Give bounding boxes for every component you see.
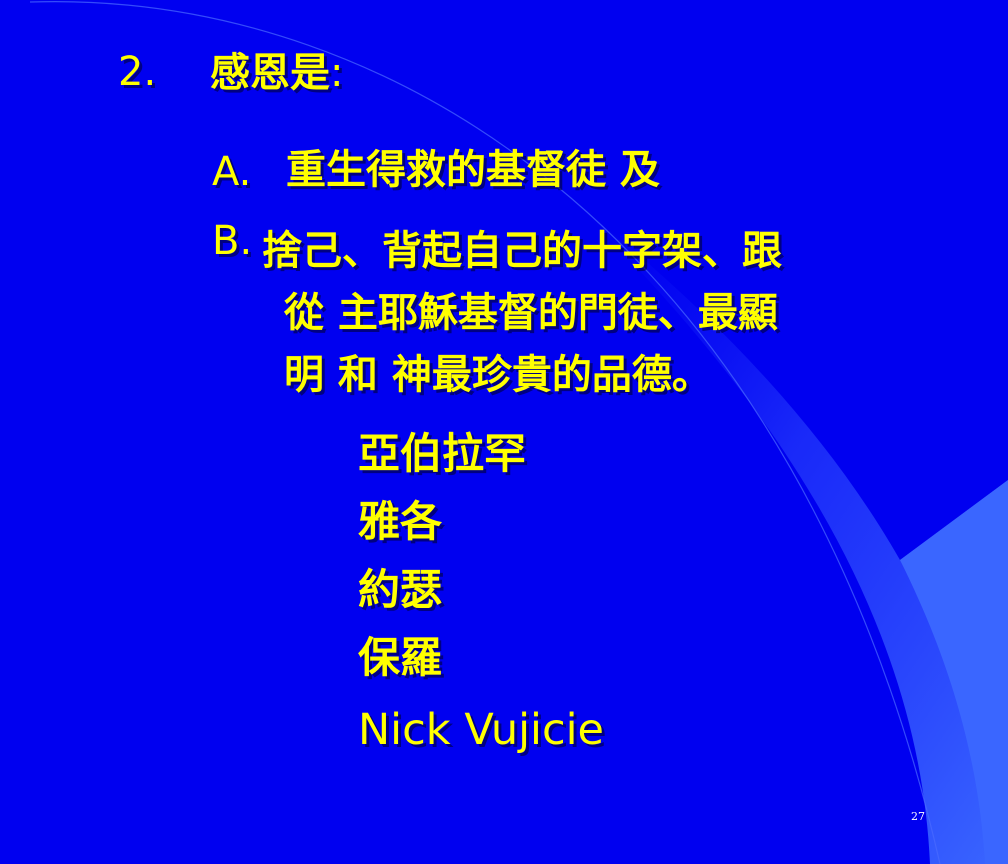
item-a-label: A. xyxy=(212,149,252,195)
item-a-text: 重生得救的基督徒 及 xyxy=(286,147,660,193)
item-b-line-3: 明 和 神最珍貴的品德。 xyxy=(284,352,712,398)
item-b-line-2: 從 主耶穌基督的門徒、最顯 xyxy=(284,290,778,336)
example-name: 亞伯拉罕 xyxy=(358,429,527,478)
item-b-label: B. xyxy=(212,218,253,264)
heading-colon: : xyxy=(330,50,344,96)
example-name: 保羅 xyxy=(358,633,443,682)
item-b-text: 捨己、背起自己的十字架、跟 從 主耶穌基督的門徒、最顯 明 和 神最珍貴的品德。 xyxy=(262,220,892,406)
item-b-line-1: 捨己、背起自己的十字架、跟 xyxy=(262,228,782,274)
example-name: 雅各 xyxy=(358,497,443,546)
slide-background: { "slide": { "number_label": "2.", "head… xyxy=(0,0,1008,864)
example-name: 約瑟 xyxy=(358,565,443,614)
point-heading: 感恩是: xyxy=(210,53,343,93)
point-number: 2. xyxy=(118,49,157,95)
page-number: 27 xyxy=(911,810,925,823)
heading-text: 感恩是 xyxy=(210,50,330,96)
example-name-english: Nick Vujicie xyxy=(358,705,605,755)
example-list: 亞伯拉罕 雅各 約瑟 保羅 Nick Vujicie xyxy=(358,420,604,764)
